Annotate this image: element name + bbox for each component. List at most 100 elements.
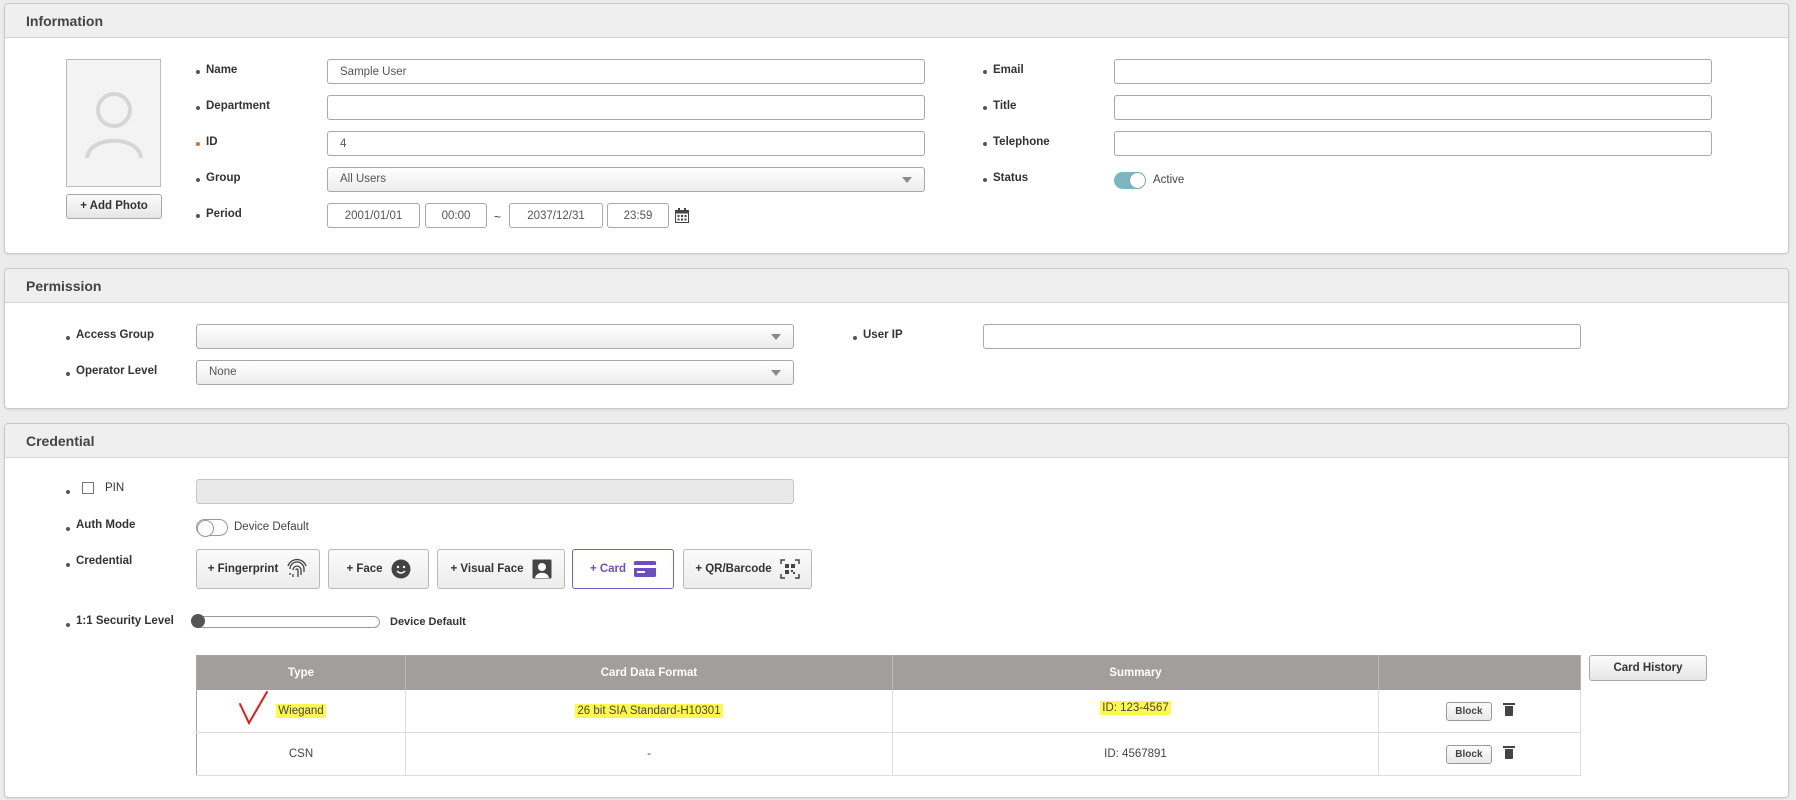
add-face-button[interactable]: + Face bbox=[328, 549, 429, 589]
bullet bbox=[853, 336, 857, 340]
bullet bbox=[66, 336, 70, 340]
title-input[interactable] bbox=[1114, 95, 1712, 120]
department-label: Department bbox=[206, 100, 270, 112]
bullet bbox=[66, 490, 70, 494]
security-level-slider[interactable] bbox=[191, 614, 380, 628]
summary-value: ID: 123-4567 bbox=[1100, 701, 1171, 715]
qr-code-icon bbox=[779, 559, 800, 579]
fingerprint-button-label: + Fingerprint bbox=[207, 563, 279, 575]
chevron-down-icon bbox=[902, 177, 912, 183]
fingerprint-icon bbox=[287, 558, 307, 577]
information-header: Information bbox=[5, 4, 1788, 38]
summary-cell: ID: 4567891 bbox=[892, 732, 1379, 776]
trash-icon[interactable] bbox=[1502, 703, 1515, 716]
type-value: CSN bbox=[288, 748, 314, 760]
bullet bbox=[66, 372, 70, 376]
column-header-actions bbox=[1378, 655, 1581, 690]
security-level-label: 1:1 Security Level bbox=[76, 615, 174, 627]
table-row: Wiegand 26 bit SIA Standard-H10301 ID: 1… bbox=[196, 690, 1581, 733]
summary-value: ID: 4567891 bbox=[1104, 748, 1167, 760]
add-qr-barcode-button[interactable]: + QR/Barcode bbox=[683, 549, 812, 589]
telephone-label: Telephone bbox=[993, 136, 1050, 148]
period-start-time-input[interactable] bbox=[425, 203, 487, 228]
card-table-header: Type Card Data Format Summary bbox=[196, 655, 1581, 690]
add-photo-button[interactable]: + Add Photo bbox=[66, 194, 162, 219]
user-ip-label: User IP bbox=[863, 329, 903, 341]
face-button-label: + Face bbox=[346, 563, 383, 575]
pin-checkbox[interactable] bbox=[82, 482, 94, 494]
bullet bbox=[983, 178, 987, 182]
photo-placeholder bbox=[66, 59, 161, 187]
column-header-summary: Summary bbox=[892, 655, 1379, 690]
information-panel: Information bbox=[4, 3, 1789, 254]
block-button[interactable]: Block bbox=[1446, 701, 1492, 721]
format-cell: - bbox=[405, 732, 893, 776]
access-group-label: Access Group bbox=[76, 329, 154, 341]
group-select-value: All Users bbox=[340, 173, 387, 185]
slider-handle[interactable] bbox=[191, 614, 205, 628]
chevron-down-icon bbox=[771, 370, 781, 376]
card-icon bbox=[634, 561, 657, 577]
bullet bbox=[196, 214, 200, 218]
id-label: ID bbox=[206, 136, 218, 148]
type-cell: Wiegand bbox=[196, 690, 406, 733]
table-row: CSN - ID: 4567891 Block bbox=[196, 732, 1581, 776]
email-input[interactable] bbox=[1114, 59, 1712, 84]
period-end-time-input[interactable] bbox=[607, 203, 669, 228]
bullet bbox=[66, 527, 70, 531]
calendar-icon[interactable] bbox=[675, 208, 689, 223]
add-visual-face-button[interactable]: + Visual Face bbox=[437, 549, 565, 589]
credential-title: Credential bbox=[26, 433, 95, 449]
auth-mode-label: Auth Mode bbox=[76, 519, 136, 531]
visual-face-icon bbox=[532, 559, 551, 579]
qr-button-label: + QR/Barcode bbox=[695, 563, 772, 575]
user-ip-input[interactable] bbox=[983, 324, 1581, 349]
bullet bbox=[196, 106, 200, 110]
name-label: Name bbox=[206, 64, 238, 76]
auth-mode-toggle[interactable] bbox=[196, 519, 228, 537]
credential-header: Credential bbox=[5, 424, 1788, 458]
card-history-button[interactable]: Card History bbox=[1589, 655, 1707, 681]
format-value: - bbox=[647, 748, 651, 760]
name-input[interactable] bbox=[327, 59, 925, 84]
bullet bbox=[196, 178, 200, 182]
bullet bbox=[66, 563, 70, 567]
trash-icon[interactable] bbox=[1502, 746, 1515, 759]
user-avatar-icon bbox=[85, 92, 143, 159]
format-cell: 26 bit SIA Standard-H10301 bbox=[405, 690, 893, 733]
group-select[interactable]: All Users bbox=[327, 167, 925, 192]
card-button-label: + Card bbox=[589, 563, 627, 575]
title-label: Title bbox=[993, 100, 1017, 112]
operator-level-label: Operator Level bbox=[76, 365, 158, 377]
actions-cell: Block bbox=[1378, 690, 1581, 733]
chevron-down-icon bbox=[771, 334, 781, 340]
period-label: Period bbox=[206, 208, 242, 220]
add-card-button[interactable]: + Card bbox=[572, 549, 674, 589]
operator-level-value: None bbox=[209, 366, 237, 378]
bullet bbox=[983, 142, 987, 146]
period-separator: ~ bbox=[494, 210, 502, 224]
bullet bbox=[196, 70, 200, 74]
bullet bbox=[66, 623, 70, 627]
permission-title: Permission bbox=[26, 278, 102, 294]
access-group-select[interactable] bbox=[196, 324, 794, 349]
status-toggle[interactable] bbox=[1114, 172, 1146, 189]
format-value: 26 bit SIA Standard-H10301 bbox=[575, 704, 723, 718]
telephone-input[interactable] bbox=[1114, 131, 1712, 156]
actions-cell: Block bbox=[1378, 732, 1581, 776]
period-start-date-input[interactable] bbox=[327, 203, 420, 228]
credential-label: Credential bbox=[76, 555, 133, 567]
department-input[interactable] bbox=[327, 95, 925, 120]
id-input[interactable] bbox=[327, 131, 925, 156]
card-table: Type Card Data Format Summary Wiegand 26… bbox=[196, 655, 1581, 776]
add-fingerprint-button[interactable]: + Fingerprint bbox=[196, 549, 320, 589]
pin-input[interactable] bbox=[196, 479, 794, 504]
block-button[interactable]: Block bbox=[1446, 744, 1492, 764]
pin-label: PIN bbox=[105, 482, 125, 494]
bullet bbox=[983, 106, 987, 110]
period-end-date-input[interactable] bbox=[509, 203, 603, 228]
operator-level-select[interactable]: None bbox=[196, 360, 794, 385]
type-cell: CSN bbox=[196, 732, 406, 776]
email-label: Email bbox=[993, 64, 1024, 76]
type-value: Wiegand bbox=[276, 704, 326, 718]
